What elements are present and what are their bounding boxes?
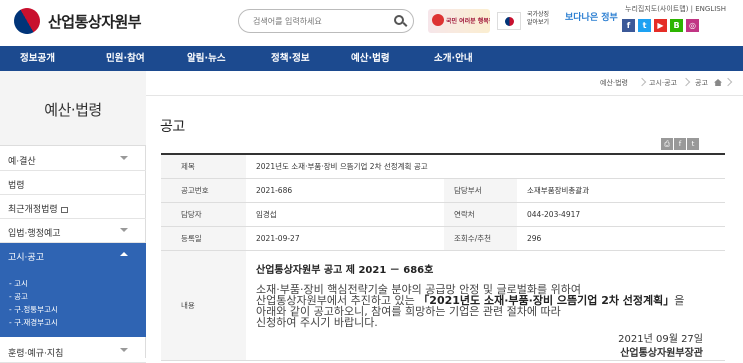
- table-row: 내용 산업통상자원부 공고 제 2021 － 686호 소재·부품·장비 핵심전…: [161, 250, 725, 361]
- better-government-b: 정부: [601, 13, 618, 23]
- sidebar-header: 예산·법령: [0, 71, 146, 146]
- breadcrumb-separator: [637, 77, 647, 87]
- sidebar-item-label: 법령: [8, 181, 25, 191]
- better-government-banner[interactable]: 보다나은 정부: [565, 10, 618, 23]
- better-government-a: 보다나은: [565, 13, 599, 23]
- content-body: 소재·부품·장비 핵심전략기술 분야의 공급망 안정 및 글로벌화를 위하여 산…: [256, 284, 686, 328]
- page-tools: ⎙ f t: [661, 138, 699, 150]
- breadcrumb-separator: [723, 77, 733, 87]
- gnb-item-news[interactable]: 알림·뉴스: [187, 46, 226, 71]
- ministry-logo[interactable]: 산업통상자원부: [9, 3, 142, 39]
- sidebar-item-recent-laws[interactable]: 최근개정법령: [0, 195, 146, 219]
- sidebar-item-laws[interactable]: 법령: [0, 171, 146, 195]
- table-row: 제목 2021년도 소재·부품·장비 으뜸기업 2차 선정계획 공고: [161, 154, 725, 179]
- sidebar-item-legislation-notice[interactable]: 입법·행정예고: [0, 219, 146, 243]
- row-label: 담당부서: [444, 178, 517, 203]
- chevron-down-icon: [120, 348, 128, 352]
- campaign-logo-icon: [432, 14, 444, 26]
- registration-date: 2021-09-27: [246, 226, 444, 251]
- utility-links[interactable]: 누리집지도(사이트맵) | ENGLISH: [625, 4, 726, 14]
- sidebar-submenu: - 고시 - 공고 - 구.정통부고시 - 구.재경부고시: [0, 267, 146, 337]
- chevron-down-icon: [120, 156, 128, 160]
- manager: 임경섭: [246, 202, 444, 227]
- row-label: 제목: [161, 154, 246, 179]
- row-label: 연락처: [444, 202, 517, 227]
- taeguk-emblem-icon: [9, 3, 45, 39]
- view-count: 296: [517, 226, 725, 251]
- breadcrumb-separator: [681, 77, 691, 87]
- gnb-item-budget-law[interactable]: 예산·법령: [351, 46, 390, 71]
- gnb-item-civil-participation[interactable]: 민원·참여: [106, 46, 145, 71]
- content-date: 2021년 09월 27일: [618, 333, 703, 345]
- sidebar-item-settlement[interactable]: 예·결산: [0, 147, 146, 171]
- sidebar-item-recent-laws-text: 최근개정법령: [8, 205, 58, 215]
- sidebar-item-label: 고시·공고: [8, 253, 44, 263]
- print-icon[interactable]: ⎙: [661, 138, 673, 150]
- notice-content: 산업통상자원부 공고 제 2021 － 686호 소재·부품·장비 핵심전략기술…: [246, 250, 725, 361]
- department: 소재부품장비총괄과: [517, 178, 725, 203]
- breadcrumb-item[interactable]: 공고: [695, 78, 708, 88]
- sidebar-item-label: 훈령·예규·지침: [8, 349, 64, 359]
- contact: 044-203-4917: [517, 202, 725, 227]
- content-line: 신청하여 주시기 바랍니다.: [256, 315, 378, 329]
- chevron-up-icon: [120, 252, 128, 256]
- breadcrumb-item[interactable]: 고시·공고: [649, 78, 677, 88]
- campaign-banner[interactable]: 국민 여러분 행복한국: [428, 9, 490, 33]
- breadcrumb-item[interactable]: 예산·법령: [600, 78, 628, 88]
- facebook-icon[interactable]: f: [622, 19, 635, 32]
- campaign-banner-text: 국민 여러분 행복한국: [446, 18, 490, 25]
- content-line: 산업통상자원부에서 추진하고 있는 「2021년도 소재·부품·장비 으뜸기업 …: [256, 295, 686, 317]
- gnb-item-policy[interactable]: 정책·정보: [271, 46, 310, 71]
- blog-icon[interactable]: B: [670, 19, 683, 32]
- sidebar-item-directives[interactable]: 훈령·예규·지침: [0, 339, 146, 363]
- youtube-icon[interactable]: ▶: [654, 19, 667, 32]
- chevron-down-icon: [120, 228, 128, 232]
- facebook-share-icon[interactable]: f: [674, 138, 686, 150]
- row-label: 담당자: [161, 202, 246, 227]
- page-title: 공고: [160, 119, 185, 135]
- search-input[interactable]: [253, 14, 393, 29]
- row-label: 조회수/추천: [444, 226, 517, 251]
- national-symbol-link[interactable]: 국가상징 알아보기: [527, 11, 553, 27]
- submenu-item-notification[interactable]: - 고시: [9, 278, 28, 289]
- top-header: 산업통상자원부 국민 여러분 행복한국 국가상징 알아보기 보다나은 정부 누리…: [0, 0, 743, 46]
- gnb-item-info-disclosure[interactable]: 정보공개: [20, 46, 55, 71]
- table-row: 등록일 2021-09-27 조회수/추천 296: [161, 226, 725, 251]
- submenu-item-old-mic[interactable]: - 구.정통부고시: [9, 304, 58, 315]
- global-navigation: 정보공개 민원·참여 알림·뉴스 정책·정보 예산·법령 소개·안내: [0, 46, 743, 71]
- notice-number: 2021-686: [246, 178, 444, 203]
- home-icon[interactable]: [714, 79, 722, 86]
- row-label: 등록일: [161, 226, 246, 251]
- sidebar-title: 예산·법령: [44, 101, 102, 119]
- search-box: [238, 9, 414, 33]
- sns-links: f t ▶ B ◎: [622, 19, 699, 32]
- external-link-icon: [60, 206, 68, 213]
- content-org: 산업통상자원부장관: [620, 347, 703, 359]
- row-label: 내용: [161, 250, 246, 361]
- table-row: 담당자 임경섭 연락처 044-203-4917: [161, 202, 725, 227]
- content-heading: 산업통상자원부 공고 제 2021 － 686호: [256, 264, 434, 276]
- sidebar-item-notices[interactable]: 고시·공고: [0, 243, 146, 267]
- sidebar-item-label: 최근개정법령: [8, 202, 68, 215]
- logo-text: 산업통상자원부: [48, 12, 142, 31]
- sidebar-item-label: 예·결산: [8, 157, 36, 167]
- submenu-item-announcement[interactable]: - 공고: [9, 291, 28, 302]
- twitter-icon[interactable]: t: [638, 19, 651, 32]
- twitter-share-icon[interactable]: t: [687, 138, 699, 150]
- row-label: 공고번호: [161, 178, 246, 203]
- search-icon[interactable]: [394, 15, 404, 25]
- notice-title: 2021년도 소재·부품·장비 으뜸기업 2차 선정계획 공고: [246, 154, 725, 179]
- submenu-item-old-mofe[interactable]: - 구.재경부고시: [9, 317, 58, 328]
- table-row: 공고번호 2021-686 담당부서 소재부품장비총괄과: [161, 178, 725, 203]
- sidebar-item-label: 입법·행정예고: [8, 229, 61, 239]
- instagram-icon[interactable]: ◎: [686, 19, 699, 32]
- breadcrumb: 예산·법령 고시·공고 공고: [146, 71, 743, 96]
- notice-detail-table: 제목 2021년도 소재·부품·장비 으뜸기업 2차 선정계획 공고 공고번호 …: [161, 153, 725, 361]
- national-flag-icon[interactable]: [497, 12, 521, 30]
- gnb-item-about[interactable]: 소개·안내: [434, 46, 473, 71]
